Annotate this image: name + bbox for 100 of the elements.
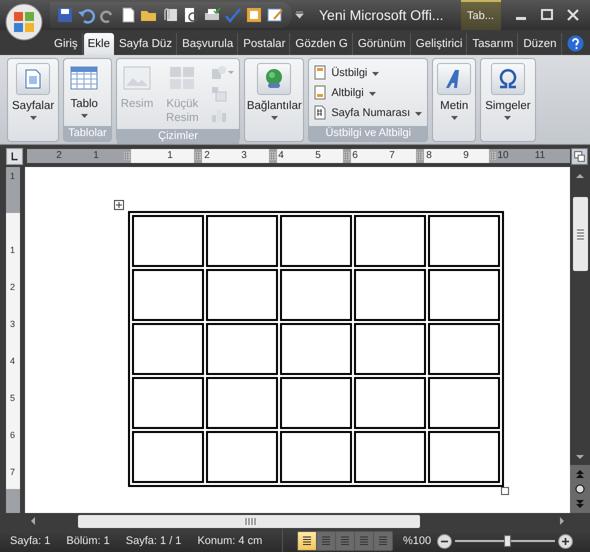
scroll-down-icon[interactable]: [574, 452, 586, 462]
tab-stop-selector-icon[interactable]: [6, 148, 23, 164]
page-number-icon: [314, 105, 326, 120]
group-label: Çizimler: [116, 129, 240, 144]
table-cell[interactable]: [280, 269, 352, 321]
table-cell[interactable]: [428, 215, 500, 267]
zoom-level[interactable]: %100: [403, 535, 432, 547]
table-move-handle-icon[interactable]: [114, 200, 124, 210]
table-cell[interactable]: [354, 269, 426, 321]
scroll-right-icon[interactable]: [557, 515, 567, 527]
table-cell[interactable]: [132, 323, 204, 375]
column-marker-icon[interactable]: [490, 151, 496, 161]
table-cell[interactable]: [428, 377, 500, 429]
ruler-number: 2: [8, 282, 16, 292]
ruler-number: 5: [8, 393, 16, 403]
ruler-number: 11: [534, 149, 546, 163]
table-cell[interactable]: [206, 215, 278, 267]
page-view-icon: [301, 535, 313, 547]
scroll-up-icon[interactable]: [574, 171, 586, 181]
view-button[interactable]: [298, 532, 316, 550]
column-marker-icon[interactable]: [195, 151, 201, 161]
ribbon-button[interactable]: Simgeler: [484, 61, 532, 139]
column-marker-icon[interactable]: [344, 151, 350, 161]
zoom-in-icon[interactable]: [558, 534, 574, 548]
page-view-icon: [320, 535, 332, 547]
undo-icon[interactable]: [77, 6, 95, 24]
status-item[interactable]: Bölüm: 1: [58, 535, 118, 547]
table-cell[interactable]: [428, 323, 500, 375]
table-cell[interactable]: [132, 215, 204, 267]
group-label: Tablolar: [64, 126, 111, 141]
previous-page-icon[interactable]: [575, 470, 585, 479]
ruler-number: 6: [352, 149, 358, 163]
status-item[interactable]: Sayfa: 1: [2, 535, 58, 547]
table-cell[interactable]: [354, 377, 426, 429]
status-item[interactable]: Konum: 4 cm: [189, 535, 270, 547]
ribbon-tab[interactable]: Ekle: [84, 33, 114, 55]
ruler-number: 8: [426, 149, 432, 163]
table-cell[interactable]: [206, 377, 278, 429]
table-cell[interactable]: [428, 269, 500, 321]
browse-object-icon[interactable]: [575, 484, 585, 494]
table-cell[interactable]: [280, 377, 352, 429]
table-cell[interactable]: [280, 323, 352, 375]
table-cell[interactable]: [132, 377, 204, 429]
document-icon: [314, 85, 326, 100]
ribbon-button[interactable]: Tablo: [67, 61, 102, 124]
omega-icon: [496, 68, 519, 90]
scroll-thumb[interactable]: [78, 514, 420, 528]
table-icon: [70, 66, 98, 90]
chart-icon: [211, 107, 228, 123]
ribbon-button[interactable]: Bağlantılar: [248, 61, 300, 139]
ribbon-button[interactable]: Üstbilgi: [312, 64, 424, 81]
magnifier-document-icon[interactable]: [182, 6, 200, 24]
ruler-number: 5: [315, 149, 321, 163]
save-icon[interactable]: [56, 6, 74, 24]
table-cell[interactable]: [132, 431, 204, 483]
group-label: Üstbilgi ve Altbilgi: [309, 126, 428, 141]
column-marker-icon[interactable]: [124, 151, 130, 161]
table-cell[interactable]: [206, 431, 278, 483]
ruler-number: 2: [56, 149, 62, 163]
ruler-number: 2: [204, 149, 210, 163]
shapes-icon: [211, 65, 236, 81]
ruler-toggle-icon[interactable]: [571, 148, 588, 164]
column-marker-icon[interactable]: [417, 151, 423, 161]
table-cell[interactable]: [206, 323, 278, 375]
zoom-out-icon[interactable]: [437, 534, 452, 548]
ribbon-button[interactable]: Altbilgi: [312, 84, 424, 101]
ribbon-button[interactable]: Sayfa Numarası: [312, 104, 424, 121]
ruler-number: 1: [8, 171, 16, 181]
ruler-number: 3: [8, 319, 16, 329]
table-cell[interactable]: [206, 269, 278, 321]
scroll-thumb[interactable]: [572, 197, 588, 271]
ruler-number: 4: [8, 356, 16, 366]
table-cell[interactable]: [354, 323, 426, 375]
column-marker-icon[interactable]: [270, 151, 276, 161]
ruler-number: 6: [8, 430, 16, 440]
ruler-number: 3: [241, 149, 247, 163]
table-cell[interactable]: [132, 269, 204, 321]
ruler-number: 9: [463, 149, 469, 163]
table-cell[interactable]: [428, 431, 500, 483]
edit-icon[interactable]: [266, 6, 284, 24]
document-icon: [314, 65, 326, 80]
table-cell[interactable]: [280, 431, 352, 483]
ruler-number: 1: [8, 245, 16, 255]
ruler-number: 7: [389, 149, 395, 163]
table-resize-handle[interactable]: [501, 487, 509, 495]
table-cell[interactable]: [354, 215, 426, 267]
next-page-icon[interactable]: [575, 499, 585, 508]
horizontal-scrollbar[interactable]: [0, 513, 590, 529]
status-item[interactable]: Sayfa: 1 / 1: [118, 535, 190, 547]
table-cell[interactable]: [280, 215, 352, 267]
ribbon-button[interactable]: Metin: [436, 61, 472, 139]
ruler-number: 10: [497, 149, 509, 163]
ruler-number: 4: [278, 149, 284, 163]
spellcheck-icon[interactable]: [224, 6, 242, 24]
customize-caret-icon[interactable]: [295, 11, 304, 19]
table-cell[interactable]: [354, 431, 426, 483]
zoom-slider-thumb[interactable]: [504, 535, 512, 547]
ribbon-button[interactable]: Sayfalar: [11, 61, 56, 139]
vertical-scrollbar[interactable]: [570, 167, 590, 513]
help-icon[interactable]: [567, 35, 584, 52]
